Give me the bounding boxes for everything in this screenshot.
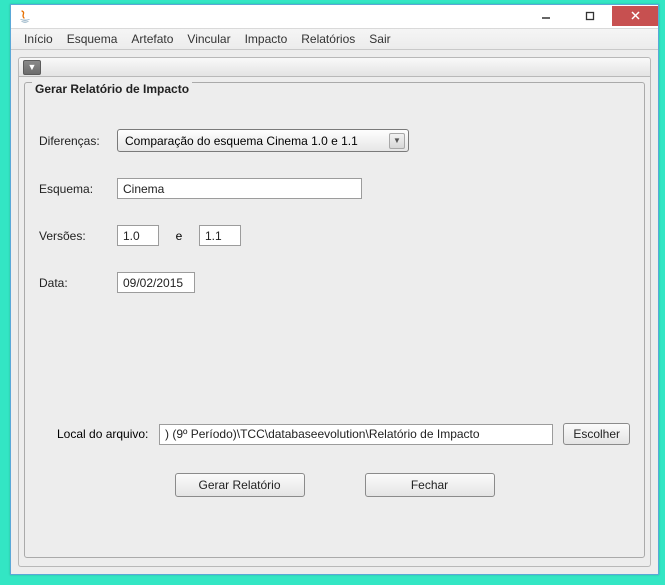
label-versoes: Versões:: [39, 229, 117, 243]
menu-vincular[interactable]: Vincular: [180, 30, 237, 48]
minimize-button[interactable]: [524, 6, 568, 26]
row-local-arquivo: Local do arquivo: Escolher: [39, 423, 630, 445]
menu-sair[interactable]: Sair: [362, 30, 397, 48]
label-e: e: [173, 229, 185, 243]
label-diferencas: Diferenças:: [39, 134, 117, 148]
app-window: Início Esquema Artefato Vincular Impacto…: [10, 4, 659, 575]
workspace: ▼ Gerar Relatório de Impacto Diferenças:…: [11, 50, 658, 574]
local-arquivo-input[interactable]: [159, 424, 553, 445]
action-buttons: Gerar Relatório Fechar: [39, 473, 630, 497]
label-esquema: Esquema:: [39, 182, 117, 196]
diferencas-selected-text: Comparação do esquema Cinema 1.0 e 1.1: [125, 134, 358, 148]
esquema-input[interactable]: [117, 178, 362, 199]
row-diferencas: Diferenças: Comparação do esquema Cinema…: [39, 129, 630, 152]
menu-esquema[interactable]: Esquema: [60, 30, 125, 48]
group-title: Gerar Relatório de Impacto: [32, 82, 192, 96]
menu-artefato[interactable]: Artefato: [124, 30, 180, 48]
data-input[interactable]: [117, 272, 195, 293]
label-data: Data:: [39, 276, 117, 290]
menu-inicio[interactable]: Início: [17, 30, 60, 48]
group-gerar-relatorio: Gerar Relatório de Impacto Diferenças: C…: [24, 82, 645, 558]
menu-impacto[interactable]: Impacto: [238, 30, 295, 48]
row-versoes: Versões: e: [39, 225, 630, 246]
row-data: Data:: [39, 272, 630, 293]
maximize-button[interactable]: [568, 6, 612, 26]
diferencas-combobox[interactable]: Comparação do esquema Cinema 1.0 e 1.1 ▼: [117, 129, 409, 152]
menubar: Início Esquema Artefato Vincular Impacto…: [11, 28, 658, 50]
label-local-arquivo: Local do arquivo:: [39, 427, 149, 441]
window-controls: [524, 6, 658, 28]
titlebar: [11, 5, 658, 28]
menu-relatorios[interactable]: Relatórios: [294, 30, 362, 48]
collapse-icon[interactable]: ▼: [23, 60, 41, 75]
escolher-button[interactable]: Escolher: [563, 423, 630, 445]
gerar-relatorio-button[interactable]: Gerar Relatório: [175, 473, 305, 497]
fechar-button[interactable]: Fechar: [365, 473, 495, 497]
internal-frame-body: Gerar Relatório de Impacto Diferenças: C…: [18, 77, 651, 567]
row-esquema: Esquema:: [39, 178, 630, 199]
close-button[interactable]: [612, 6, 658, 26]
versao-b-input[interactable]: [199, 225, 241, 246]
java-icon: [17, 9, 33, 25]
internal-frame-header[interactable]: ▼: [18, 57, 651, 77]
versao-a-input[interactable]: [117, 225, 159, 246]
chevron-down-icon: ▼: [389, 133, 405, 149]
